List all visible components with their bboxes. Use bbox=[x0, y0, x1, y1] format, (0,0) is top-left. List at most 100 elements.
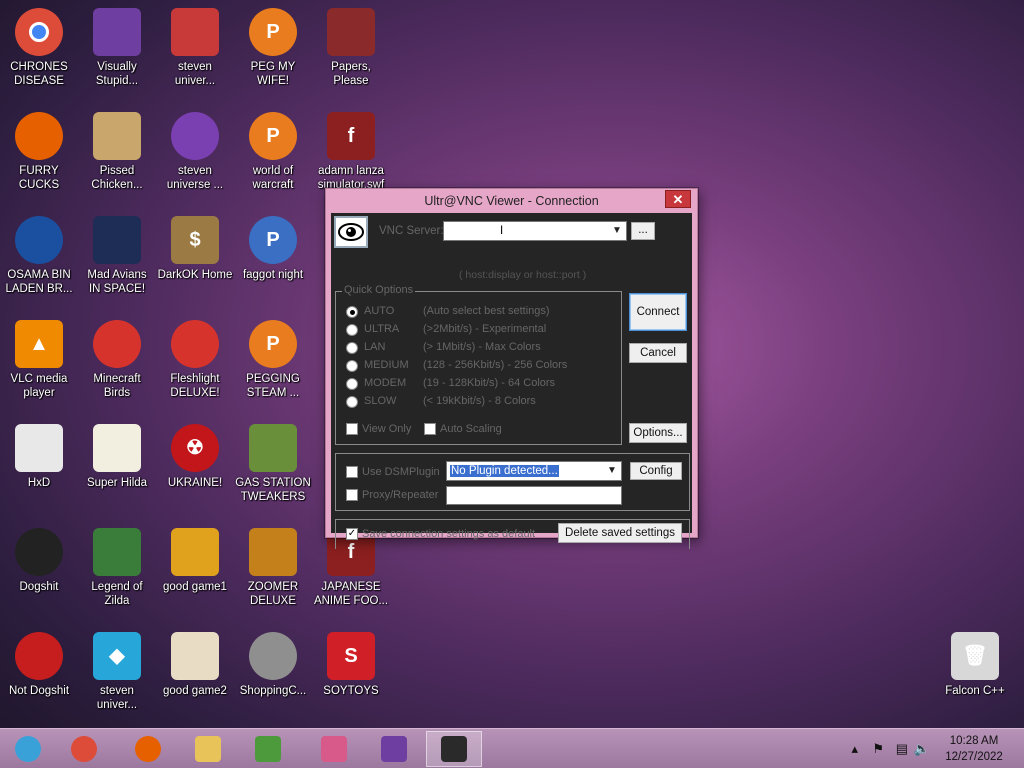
radio-button[interactable] bbox=[346, 342, 358, 354]
zelda-sprite-icon bbox=[93, 528, 141, 576]
network-tray-icon[interactable]: ▤ bbox=[896, 741, 908, 757]
desktop-shortcut[interactable]: steven universe ... bbox=[156, 112, 234, 192]
desktop-shortcut[interactable]: Fleshlight DELUXE! bbox=[156, 320, 234, 400]
radio-button[interactable] bbox=[346, 378, 358, 390]
desktop-shortcut[interactable]: Papers, Please bbox=[312, 8, 390, 88]
desktop-shortcut[interactable]: S SOYTOYS bbox=[312, 632, 390, 698]
delete-saved-settings-button[interactable]: Delete saved settings bbox=[558, 523, 682, 543]
desktop-shortcut[interactable]: Pworld of warcraft bbox=[234, 112, 312, 192]
desktop-shortcut[interactable]: FURRY CUCKS bbox=[0, 112, 78, 192]
radio-button[interactable] bbox=[346, 306, 358, 318]
quick-option-description: (128 - 256Kbit/s) - 256 Colors bbox=[423, 359, 568, 371]
desktop-shortcut[interactable]: Not Dogshit bbox=[0, 632, 78, 698]
quick-option-description: (>2Mbit/s) - Experimental bbox=[423, 323, 547, 335]
browse-button[interactable]: ... bbox=[631, 222, 655, 240]
desktop-shortcut[interactable]: f adamn lanza simulator.swf bbox=[312, 112, 390, 192]
proxy-checkbox[interactable] bbox=[346, 489, 358, 501]
desktop-shortcut[interactable]: good game1 bbox=[156, 528, 234, 594]
diamond-icon: ◆ bbox=[93, 632, 141, 680]
desktop-shortcut[interactable]: 🗑 Falcon C++ bbox=[936, 632, 1014, 698]
clock[interactable]: 10:28 AM 12/27/2022 bbox=[934, 733, 1014, 765]
plants-zombies-icon bbox=[249, 424, 297, 472]
shortcut-label-line1: PEGGING bbox=[246, 373, 300, 385]
shortcut-label-line2: player bbox=[23, 387, 55, 399]
desktop-shortcut[interactable]: ☢ UKRAINE! bbox=[156, 424, 234, 490]
taskbar-button[interactable] bbox=[120, 731, 176, 767]
shortcut-label-line1: Legend of bbox=[91, 581, 143, 593]
clock-date: 12/27/2022 bbox=[945, 751, 1003, 763]
shortcut-label-line2: IN SPACE! bbox=[88, 283, 146, 295]
flash-icon: f bbox=[327, 112, 375, 160]
cancel-button[interactable]: Cancel bbox=[629, 343, 687, 363]
desktop-shortcut[interactable]: P PEGGING STEAM ... bbox=[234, 320, 312, 400]
quick-options-group: Quick Options AUTO (Auto select best sett… bbox=[335, 284, 622, 445]
desktop-shortcut[interactable]: Dogshit bbox=[0, 528, 78, 594]
plugin-select[interactable]: No Plugin detected... ▼ bbox=[446, 461, 622, 481]
vnc-server-combo[interactable]: I ▼ bbox=[443, 221, 627, 241]
proxy-input[interactable] bbox=[446, 486, 622, 505]
radio-button[interactable] bbox=[346, 396, 358, 408]
desktop-shortcut[interactable]: good game2 bbox=[156, 632, 234, 698]
volume-icon[interactable]: 🔈 bbox=[914, 741, 930, 757]
shortcut-label-line1: Mad Avians bbox=[87, 269, 147, 281]
desktop-shortcut[interactable]: P PEG MY WIFE! bbox=[234, 8, 312, 88]
desktop-shortcut[interactable]: HxD bbox=[0, 424, 78, 490]
show-hidden-icons-icon[interactable]: ▴ bbox=[851, 741, 858, 757]
taskbar-button[interactable] bbox=[240, 731, 296, 767]
config-button[interactable]: Config bbox=[630, 462, 682, 480]
desktop-shortcut[interactable]: CHRONES DISEASE bbox=[0, 8, 78, 88]
dialog-title-bar[interactable]: Ultr@VNC Viewer - Connection ✕ bbox=[326, 189, 697, 213]
action-center-flag-icon[interactable]: ⚑ bbox=[872, 741, 884, 757]
radio-button[interactable] bbox=[346, 324, 358, 336]
shortcut-label-line2: ANIME FOO... bbox=[313, 595, 389, 607]
firefox-icon bbox=[15, 112, 63, 160]
quick-option-description: (19 - 128Kbit/s) - 64 Colors bbox=[423, 377, 556, 389]
use-dsm-checkbox[interactable] bbox=[346, 466, 358, 478]
firefox-icon bbox=[135, 736, 161, 762]
desktop-shortcut[interactable]: Pissed Chicken... bbox=[78, 112, 156, 192]
plugin-value: No Plugin detected... bbox=[450, 465, 559, 477]
desktop-shortcut[interactable]: Visually Stupid... bbox=[78, 8, 156, 88]
chevron-down-icon[interactable]: ▼ bbox=[610, 222, 624, 240]
chrome-icon bbox=[15, 8, 63, 56]
desktop-shortcut[interactable]: Legend of Zilda bbox=[78, 528, 156, 608]
shortcut-label-line1: UKRAINE! bbox=[167, 477, 223, 489]
view-only-checkbox[interactable] bbox=[346, 423, 358, 435]
money-bag-icon: $ bbox=[171, 216, 219, 264]
desktop-shortcut[interactable]: Super Hilda bbox=[78, 424, 156, 490]
desktop-shortcut[interactable]: ShoppingC... bbox=[234, 632, 312, 698]
taskbar-button[interactable] bbox=[180, 731, 236, 767]
dialog-title: Ultr@VNC Viewer - Connection bbox=[424, 194, 599, 208]
chevron-down-icon[interactable]: ▼ bbox=[605, 462, 619, 480]
desktop-shortcut[interactable]: ◆ steven univer... bbox=[78, 632, 156, 712]
auto-scaling-checkbox[interactable] bbox=[424, 423, 436, 435]
desktop-shortcut[interactable]: ▲ VLC media player bbox=[0, 320, 78, 400]
close-button[interactable]: ✕ bbox=[665, 190, 691, 208]
desktop-shortcut[interactable]: OSAMA BIN LADEN BR... bbox=[0, 216, 78, 296]
shortcut-label-line2: DELUXE! bbox=[170, 387, 220, 399]
desktop-shortcut[interactable]: steven univer... bbox=[156, 8, 234, 88]
desktop-shortcut[interactable]: Pfaggot night bbox=[234, 216, 312, 282]
desktop-shortcut[interactable]: Minecraft Birds bbox=[78, 320, 156, 400]
taskbar-button[interactable] bbox=[306, 731, 362, 767]
taskbar-button[interactable] bbox=[366, 731, 422, 767]
quick-option-description: (Auto select best settings) bbox=[423, 305, 550, 317]
text-cursor-icon: I bbox=[500, 225, 504, 237]
save-default-checkbox[interactable]: ✓ bbox=[346, 528, 358, 540]
desktop-shortcut[interactable]: Mad Avians IN SPACE! bbox=[78, 216, 156, 296]
shortcut-label-line2: univer... bbox=[96, 699, 138, 711]
options-button[interactable]: Options... bbox=[629, 423, 687, 443]
auto-scaling-label: Auto Scaling bbox=[440, 423, 502, 435]
proxy-label: Proxy/Repeater bbox=[362, 489, 439, 501]
vnc-connection-dialog: Ultr@VNC Viewer - Connection ✕ VNC Serve… bbox=[325, 188, 698, 549]
connect-button[interactable]: Connect bbox=[629, 293, 687, 331]
desktop-shortcut[interactable]: ZOOMER DELUXE bbox=[234, 528, 312, 608]
papers-please-icon bbox=[327, 8, 375, 56]
desktop-shortcut[interactable]: $ DarkOK Home bbox=[156, 216, 234, 282]
taskbar-button[interactable] bbox=[426, 731, 482, 767]
radio-button[interactable] bbox=[346, 360, 358, 372]
taskbar-button[interactable] bbox=[0, 731, 56, 767]
shortcut-label-line2: STEAM ... bbox=[246, 387, 300, 399]
desktop-shortcut[interactable]: GAS STATION TWEAKERS bbox=[234, 424, 312, 504]
taskbar-button[interactable] bbox=[56, 731, 112, 767]
